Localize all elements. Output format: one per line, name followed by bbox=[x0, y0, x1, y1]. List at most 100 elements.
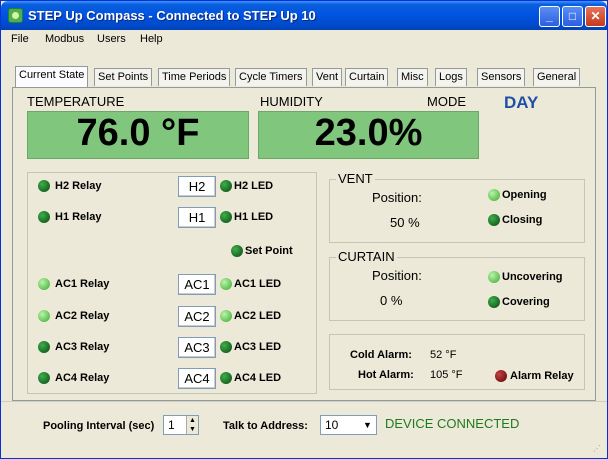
cold-alarm-value: 52 °F bbox=[430, 349, 457, 361]
ac3-relay-indicator bbox=[38, 341, 50, 353]
curtain-covering-label: Covering bbox=[502, 296, 550, 308]
pooling-interval-label: Pooling Interval (sec) bbox=[43, 420, 155, 432]
minimize-button[interactable]: _ bbox=[539, 6, 560, 27]
close-icon: ✕ bbox=[590, 9, 601, 23]
tab-cycle-timers[interactable]: Cycle Timers bbox=[235, 68, 307, 86]
h1-led-label: H1 LED bbox=[234, 211, 274, 223]
ac3-led-label: AC3 LED bbox=[234, 341, 282, 353]
ac2-relay-label: AC2 Relay bbox=[55, 310, 110, 322]
resize-grip-icon[interactable]: ⋰ bbox=[593, 444, 603, 454]
connection-bar: Pooling Interval (sec) 1 ▲ ▼ Talk to Addr… bbox=[1, 401, 607, 458]
curtain-title: CURTAIN bbox=[336, 249, 397, 264]
ac2-button[interactable]: AC2 bbox=[178, 306, 216, 327]
menu-users[interactable]: Users bbox=[97, 33, 126, 45]
tab-misc[interactable]: Misc bbox=[397, 68, 428, 86]
ac2-relay-indicator bbox=[38, 310, 50, 322]
ac2-led-label: AC2 LED bbox=[234, 310, 282, 322]
vent-opening-label: Opening bbox=[502, 189, 547, 201]
temperature-label: TEMPERATURE bbox=[27, 94, 125, 109]
hot-alarm-label: Hot Alarm: bbox=[358, 369, 414, 381]
tab-sensors[interactable]: Sensors bbox=[477, 68, 526, 86]
h2-relay-label: H2 Relay bbox=[55, 180, 102, 192]
h1-relay-indicator bbox=[38, 211, 50, 223]
curtain-uncovering-indicator bbox=[488, 271, 500, 283]
h2-led-label: H2 LED bbox=[234, 180, 274, 192]
vent-closing-indicator bbox=[488, 214, 500, 226]
ac4-led-indicator bbox=[220, 372, 232, 384]
curtain-covering-indicator bbox=[488, 296, 500, 308]
menu-modbus[interactable]: Modbus bbox=[45, 33, 84, 45]
close-button[interactable]: ✕ bbox=[585, 6, 606, 27]
alarm-group: Cold Alarm: 52 °F Hot Alarm: 105 °F Alar… bbox=[329, 334, 585, 390]
tab-time-periods[interactable]: Time Periods bbox=[158, 68, 231, 86]
talk-address-select[interactable]: 10 ▼ bbox=[320, 415, 377, 435]
ac1-relay-indicator bbox=[38, 278, 50, 290]
app-window: STEP Up Compass - Connected to STEP Up 1… bbox=[0, 0, 608, 459]
menu-help[interactable]: Help bbox=[140, 33, 163, 45]
pooling-interval-spinner[interactable]: 1 ▲ ▼ bbox=[163, 415, 199, 435]
vent-group: VENT Position: 50 % Opening Closing bbox=[329, 171, 585, 243]
app-icon bbox=[8, 8, 23, 23]
alarm-relay-label: Alarm Relay bbox=[510, 370, 574, 382]
vent-opening-indicator bbox=[488, 189, 500, 201]
ac1-led-label: AC1 LED bbox=[234, 278, 282, 290]
mode-label: MODE bbox=[427, 94, 466, 109]
ac3-button[interactable]: AC3 bbox=[178, 337, 216, 358]
maximize-icon: □ bbox=[568, 9, 577, 23]
tab-curtain[interactable]: Curtain bbox=[345, 68, 389, 86]
tab-logs[interactable]: Logs bbox=[435, 68, 467, 86]
curtain-position-value: 0 % bbox=[380, 293, 403, 308]
curtain-group: CURTAIN Position: 0 % Uncovering Coverin… bbox=[329, 249, 585, 321]
alarm-relay-indicator bbox=[495, 370, 507, 382]
current-state-panel: TEMPERATURE HUMIDITY MODE DAY 76.0 °F 23… bbox=[12, 87, 596, 401]
tab-strip: Current State Set Points Time Periods Cy… bbox=[1, 48, 607, 90]
vent-title: VENT bbox=[336, 171, 375, 186]
cold-alarm-label: Cold Alarm: bbox=[350, 349, 412, 361]
tab-vent[interactable]: Vent bbox=[312, 68, 343, 86]
ac2-led-indicator bbox=[220, 310, 232, 322]
title-bar[interactable]: STEP Up Compass - Connected to STEP Up 1… bbox=[1, 1, 607, 30]
ac3-led-indicator bbox=[220, 341, 232, 353]
connection-status: DEVICE CONNECTED bbox=[385, 416, 520, 431]
h2-button[interactable]: H2 bbox=[178, 176, 216, 197]
hot-alarm-value: 105 °F bbox=[430, 369, 463, 381]
curtain-uncovering-label: Uncovering bbox=[502, 271, 563, 283]
tab-current-state[interactable]: Current State bbox=[15, 66, 89, 87]
humidity-display: 23.0% bbox=[258, 111, 479, 159]
temperature-display: 76.0 °F bbox=[27, 111, 249, 159]
spinner-arrows-icon[interactable]: ▲ ▼ bbox=[186, 416, 198, 434]
ac4-relay-indicator bbox=[38, 372, 50, 384]
h1-relay-label: H1 Relay bbox=[55, 211, 102, 223]
mode-value: DAY bbox=[504, 93, 539, 112]
humidity-label: HUMIDITY bbox=[260, 94, 323, 109]
talk-address-label: Talk to Address: bbox=[223, 420, 308, 432]
h1-led-indicator bbox=[220, 211, 232, 223]
setpoint-indicator bbox=[231, 245, 243, 257]
setpoint-label: Set Point bbox=[245, 245, 293, 257]
menu-file[interactable]: File bbox=[11, 33, 29, 45]
tab-general[interactable]: General bbox=[533, 68, 581, 86]
h2-led-indicator bbox=[220, 180, 232, 192]
talk-address-value: 10 bbox=[325, 418, 339, 432]
temperature-value: 76.0 °F bbox=[76, 112, 200, 154]
chevron-down-icon[interactable]: ▼ bbox=[360, 417, 375, 433]
curtain-position-label: Position: bbox=[372, 268, 422, 283]
humidity-value: 23.0% bbox=[314, 112, 423, 154]
ac3-relay-label: AC3 Relay bbox=[55, 341, 110, 353]
ac1-relay-label: AC1 Relay bbox=[55, 278, 110, 290]
menu-bar: File Modbus Users Help bbox=[1, 30, 607, 48]
maximize-button[interactable]: □ bbox=[562, 6, 583, 27]
ac1-button[interactable]: AC1 bbox=[178, 274, 216, 295]
vent-position-label: Position: bbox=[372, 190, 422, 205]
pooling-interval-value: 1 bbox=[168, 418, 175, 432]
ac4-relay-label: AC4 Relay bbox=[55, 372, 110, 384]
h1-button[interactable]: H1 bbox=[178, 207, 216, 228]
ac1-led-indicator bbox=[220, 278, 232, 290]
ac4-button[interactable]: AC4 bbox=[178, 368, 216, 389]
ac4-led-label: AC4 LED bbox=[234, 372, 282, 384]
minimize-icon: _ bbox=[546, 9, 553, 23]
tab-set-points[interactable]: Set Points bbox=[94, 68, 153, 86]
h2-relay-indicator bbox=[38, 180, 50, 192]
vent-closing-label: Closing bbox=[502, 214, 543, 226]
window-title: STEP Up Compass - Connected to STEP Up 1… bbox=[28, 8, 316, 23]
